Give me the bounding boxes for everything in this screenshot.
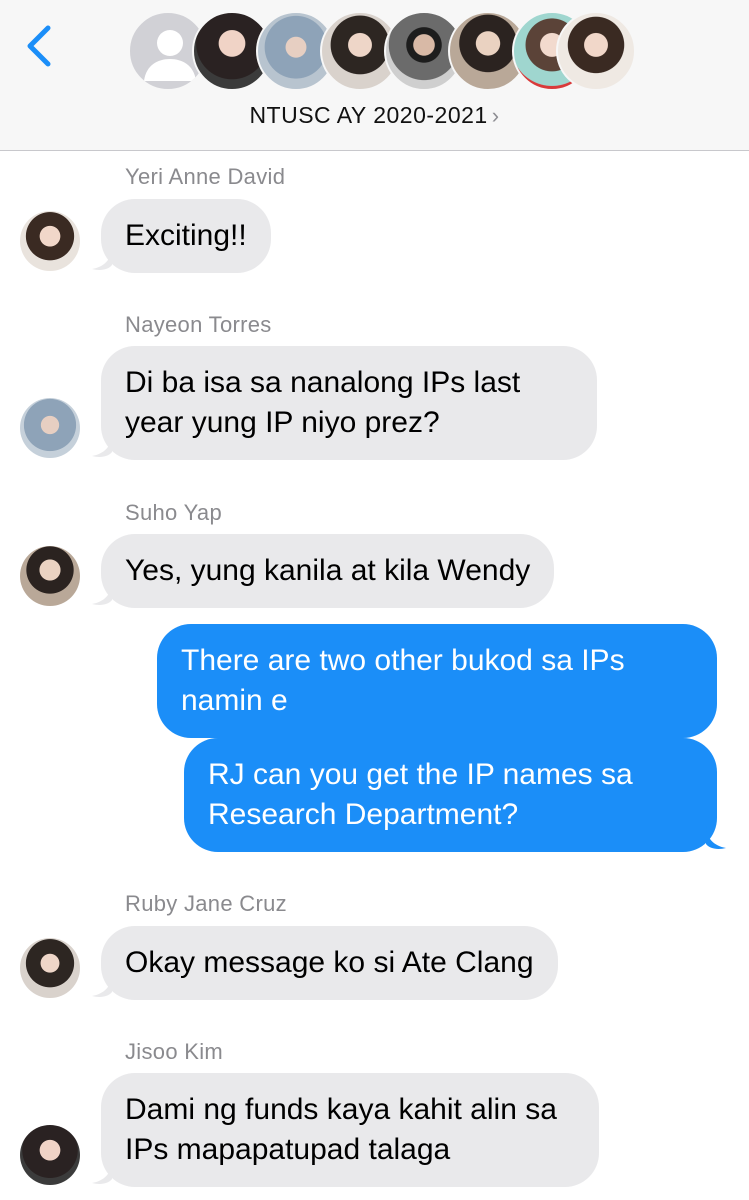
message-bubble-outgoing[interactable]: There are two other bukod sa IPs namin e — [157, 624, 717, 738]
sender-name: Jisoo Kim — [125, 1039, 224, 1064]
sender-avatar[interactable] — [20, 1125, 80, 1185]
member-avatar — [556, 11, 636, 91]
sender-name: Ruby Jane Cruz — [125, 891, 287, 916]
sender-name: Suho Yap — [125, 500, 223, 525]
message-bubble[interactable]: Dami ng funds kaya kahit alin sa IPs map… — [101, 1073, 599, 1187]
sender-avatar[interactable] — [20, 546, 80, 606]
chevron-left-icon — [27, 25, 51, 67]
sender-avatar[interactable] — [20, 398, 80, 458]
conversation-header: NTUSC AY 2020-2021 › — [0, 0, 749, 151]
sender-name: Yeri Anne David — [125, 164, 286, 189]
sender-name: Nayeon Torres — [125, 312, 272, 337]
back-button[interactable] — [20, 22, 60, 70]
message-bubble[interactable]: Yes, yung kanila at kila Wendy — [101, 534, 555, 608]
sender-avatar[interactable] — [20, 211, 80, 271]
message-bubble[interactable]: Di ba isa sa nanalong IPs last year yung… — [101, 346, 597, 460]
group-avatars[interactable] — [128, 11, 636, 93]
chevron-right-icon: › — [491, 103, 500, 128]
sender-avatar[interactable] — [20, 938, 80, 998]
group-name: NTUSC AY 2020-2021 — [249, 102, 488, 128]
group-title-button[interactable]: NTUSC AY 2020-2021 › — [0, 102, 749, 129]
message-bubble-outgoing[interactable]: RJ can you get the IP names sa Research … — [184, 738, 717, 852]
message-bubble[interactable]: Okay message ko si Ate Clang — [101, 926, 558, 1000]
message-bubble[interactable]: Exciting!! — [101, 199, 271, 273]
bubble-tail — [706, 826, 726, 849]
